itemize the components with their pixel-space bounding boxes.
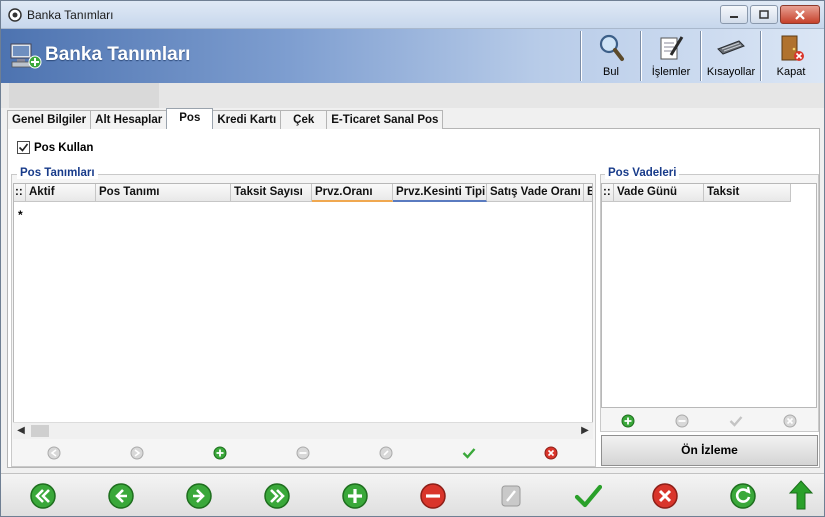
remove-record-icon[interactable] <box>296 446 310 460</box>
pos-kullan-row[interactable]: Pos Kullan <box>17 141 93 154</box>
window-title: Banka Tanımları <box>27 8 114 22</box>
pos-tanimlari-header: :: Aktif Pos Tanımı Taksit Sayısı Prvz.O… <box>14 184 592 202</box>
close-window-button[interactable] <box>780 5 820 24</box>
col-taksit-sayisi[interactable]: Taksit Sayısı <box>231 184 312 202</box>
add-record-icon[interactable] <box>213 446 227 460</box>
add-nav-icon[interactable] <box>341 482 369 510</box>
search-icon <box>599 34 624 61</box>
sub-band-blur <box>9 83 159 108</box>
cancel-record-icon[interactable] <box>544 446 558 460</box>
pos-kullan-checkbox[interactable] <box>17 141 30 154</box>
new-row-marker: * <box>18 208 23 222</box>
bottom-navigation-bar <box>1 473 824 516</box>
main-toolbar: Bul İşlemler Kısayollar Kapat <box>580 29 820 83</box>
exit-door-icon <box>781 35 804 61</box>
kapat-button[interactable]: Kapat <box>762 29 820 83</box>
pos-tanimlari-navbar <box>13 442 593 464</box>
scroll-thumb[interactable] <box>31 425 49 437</box>
maximize-icon <box>759 9 769 19</box>
notepad-pen-icon <box>660 36 684 60</box>
pos-tanimlari-title: Pos Tanımları <box>17 167 98 179</box>
cancel-vade-icon[interactable] <box>783 414 797 428</box>
col-b[interactable]: B <box>584 184 592 202</box>
tab-cek[interactable]: Çek <box>280 110 328 129</box>
pos-tanimlari-grid[interactable]: :: Aktif Pos Tanımı Taksit Sayısı Prvz.O… <box>13 183 593 439</box>
next-record-nav-icon[interactable] <box>185 482 213 510</box>
tab-strip: Genel Bilgiler Alt Hesaplar Pos Kredi Ka… <box>7 108 444 129</box>
edit-record-icon[interactable] <box>379 446 393 460</box>
pos-vadeleri-grid[interactable]: :: Vade Günü Taksit <box>601 183 817 408</box>
bank-computer-icon <box>10 43 42 69</box>
delete-nav-icon[interactable] <box>419 482 447 510</box>
col-prvz-kesinti-tipi[interactable]: Prvz.Kesinti Tipi <box>393 184 487 202</box>
col-prvz-orani[interactable]: Prvz.Oranı <box>312 184 393 202</box>
confirm-record-icon[interactable] <box>462 446 476 460</box>
checkmark-icon <box>18 143 29 152</box>
first-record-icon[interactable] <box>47 446 61 460</box>
tab-alt-hesaplar[interactable]: Alt Hesaplar <box>90 110 168 129</box>
scroll-left-arrow[interactable]: ◀ <box>13 423 29 439</box>
islemler-button[interactable]: İşlemler <box>642 29 700 83</box>
tab-genel-bilgiler[interactable]: Genel Bilgiler <box>7 110 92 129</box>
col-pos-tanimi[interactable]: Pos Tanımı <box>96 184 231 202</box>
scroll-right-arrow[interactable]: ▶ <box>577 423 593 439</box>
add-vade-icon[interactable] <box>621 414 635 428</box>
kisayollar-label: Kısayollar <box>706 66 756 78</box>
keyboard-icon <box>717 40 745 55</box>
pos-vadeleri-navbar <box>601 410 817 432</box>
header-band: Banka Tanımları Bul İşlemler Kısayollar … <box>1 29 824 83</box>
col-vade-gunu[interactable]: Vade Günü <box>614 184 704 202</box>
kisayollar-button[interactable]: Kısayollar <box>702 29 760 83</box>
save-nav-icon[interactable] <box>574 482 602 510</box>
col-satis-vade-orani[interactable]: Satış Vade Oranı <box>487 184 584 202</box>
bul-label: Bul <box>603 66 619 78</box>
pos-kullan-label: Pos Kullan <box>34 141 94 154</box>
minimize-icon <box>730 15 738 18</box>
pos-tanimlari-hscroll[interactable]: ◀ ▶ <box>13 422 593 439</box>
edit-nav-icon[interactable] <box>497 482 525 510</box>
on-izleme-button[interactable]: Ön İzleme <box>601 435 818 466</box>
close-icon <box>795 9 805 20</box>
next-record-icon[interactable] <box>130 446 144 460</box>
col-drag-handle[interactable]: :: <box>14 184 26 202</box>
pos-vadeleri-header: :: Vade Günü Taksit <box>602 184 791 202</box>
page-title: Banka Tanımları <box>45 44 191 65</box>
col-drag-handle[interactable]: :: <box>602 184 614 202</box>
remove-vade-icon[interactable] <box>675 414 689 428</box>
title-bar: Banka Tanımları <box>1 1 824 29</box>
maximize-button[interactable] <box>750 5 778 24</box>
bul-button[interactable]: Bul <box>582 29 640 83</box>
col-taksit[interactable]: Taksit <box>704 184 791 202</box>
refresh-nav-icon[interactable] <box>729 482 757 510</box>
islemler-label: İşlemler <box>651 66 691 78</box>
kapat-label: Kapat <box>776 66 806 78</box>
confirm-vade-icon[interactable] <box>729 414 743 428</box>
minimize-button[interactable] <box>720 5 748 24</box>
previous-record-nav-icon[interactable] <box>107 482 135 510</box>
banka-tanimlari-window: Banka Tanımları Banka Tanımları Bul İşle… <box>0 0 825 517</box>
up-arrow-nav-icon[interactable] <box>788 479 814 511</box>
tab-pos[interactable]: Pos <box>166 108 214 129</box>
pos-vadeleri-title: Pos Vadeleri <box>605 167 680 179</box>
app-icon <box>8 8 22 22</box>
first-record-nav-icon[interactable] <box>29 482 57 510</box>
tab-kredi-karti[interactable]: Kredi Kartı <box>212 110 282 129</box>
cancel-nav-icon[interactable] <box>651 482 679 510</box>
last-record-nav-icon[interactable] <box>263 482 291 510</box>
tab-e-ticaret-sanal-pos[interactable]: E-Ticaret Sanal Pos <box>326 110 444 129</box>
col-aktif[interactable]: Aktif <box>26 184 96 202</box>
